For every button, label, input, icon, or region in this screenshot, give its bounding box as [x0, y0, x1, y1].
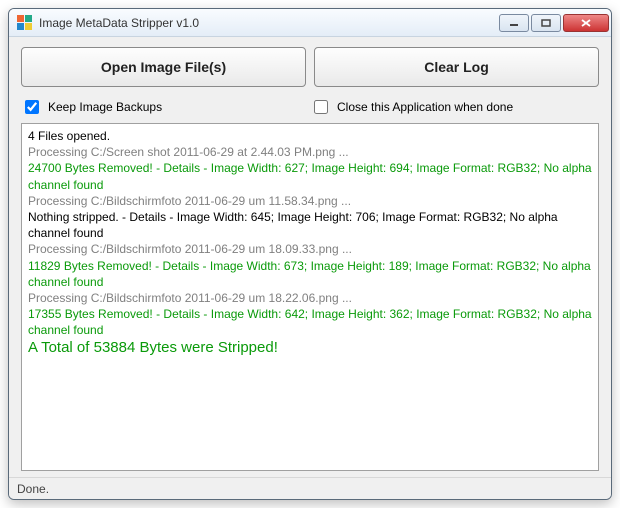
log-line: Processing C:/Bildschirmfoto 2011-06-29 … [28, 193, 592, 209]
log-line: Processing C:/Bildschirmfoto 2011-06-29 … [28, 290, 592, 306]
status-text: Done. [17, 482, 49, 496]
log-line: 11829 Bytes Removed! - Details - Image W… [28, 258, 592, 290]
window-controls [499, 14, 609, 32]
title-bar: Image MetaData Stripper v1.0 [9, 9, 611, 37]
keep-backups-option[interactable]: Keep Image Backups [21, 97, 310, 117]
minimize-icon [509, 19, 519, 27]
close-when-done-label: Close this Application when done [337, 100, 513, 114]
window-title: Image MetaData Stripper v1.0 [39, 16, 499, 30]
log-line: Processing C:/Bildschirmfoto 2011-06-29 … [28, 241, 592, 257]
client-area: Open Image File(s) Clear Log Keep Image … [9, 37, 611, 477]
maximize-icon [541, 19, 551, 27]
log-line: 24700 Bytes Removed! - Details - Image W… [28, 160, 592, 192]
keep-backups-label: Keep Image Backups [48, 100, 162, 114]
log-line: Processing C:/Screen shot 2011-06-29 at … [28, 144, 592, 160]
close-icon [581, 19, 591, 27]
close-when-done-option[interactable]: Close this Application when done [310, 97, 599, 117]
minimize-button[interactable] [499, 14, 529, 32]
status-bar: Done. [9, 477, 611, 499]
log-total: A Total of 53884 Bytes were Stripped! [28, 338, 592, 358]
maximize-button[interactable] [531, 14, 561, 32]
log-box[interactable]: 4 Files opened. Processing C:/Screen sho… [21, 123, 599, 471]
button-row: Open Image File(s) Clear Log [21, 47, 599, 87]
close-when-done-checkbox[interactable] [314, 100, 328, 114]
close-button[interactable] [563, 14, 609, 32]
app-window: Image MetaData Stripper v1.0 Open Image … [8, 8, 612, 500]
options-row: Keep Image Backups Close this Applicatio… [21, 97, 599, 117]
log-lines: Processing C:/Screen shot 2011-06-29 at … [28, 144, 592, 338]
clear-log-button[interactable]: Clear Log [314, 47, 599, 87]
log-line: Nothing stripped. - Details - Image Widt… [28, 209, 592, 241]
keep-backups-checkbox[interactable] [25, 100, 39, 114]
app-icon [17, 15, 33, 31]
open-image-files-button[interactable]: Open Image File(s) [21, 47, 306, 87]
log-opened: 4 Files opened. [28, 128, 592, 144]
log-line: 17355 Bytes Removed! - Details - Image W… [28, 306, 592, 338]
